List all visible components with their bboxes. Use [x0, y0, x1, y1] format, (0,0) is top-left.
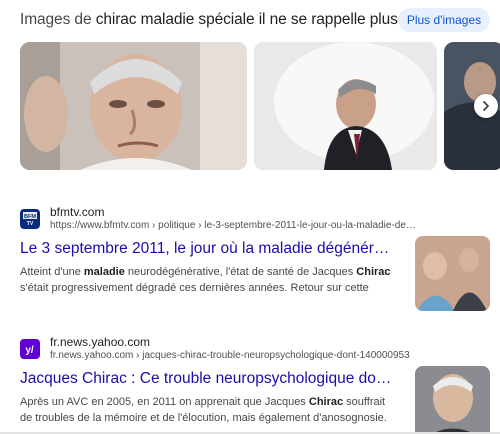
snippet-highlight: Chirac — [356, 266, 391, 278]
snippet-text: neurodégénérative, l'état de santé de Ja… — [124, 266, 357, 278]
result-thumbnail-image[interactable] — [415, 236, 490, 311]
images-heading: Images de chirac maladie spéciale il ne … — [20, 11, 398, 29]
result-site-name: fr.news.yahoo.com — [50, 335, 151, 350]
snippet-text: s'était progressivement dégradé ces dern… — [20, 282, 369, 294]
carousel-next-button[interactable] — [474, 94, 498, 118]
result-title-link[interactable]: Jacques Chirac : Ce trouble neuropsychol… — [20, 370, 395, 388]
images-heading-prefix: Images de — [20, 11, 96, 28]
snippet-highlight: Chirac — [308, 396, 344, 408]
search-result: y/ fr.news.yahoo.com fr.news.yahoo.com ›… — [20, 334, 490, 434]
more-images-button[interactable]: Plus d'images — [397, 8, 491, 32]
images-section-header: Images de chirac maladie spéciale il ne … — [20, 8, 491, 32]
result-url: https://www.bfmtv.com › politique › le-3… — [50, 220, 420, 232]
bfm-tv-logo-icon: BFM TV — [20, 209, 40, 229]
snippet-text: Après un AVC en 2005, en 2011 on apprena… — [20, 396, 309, 408]
search-result: BFM TV bfmtv.com https://www.bfmtv.com › … — [20, 204, 490, 311]
snippet-highlight: maladie — [83, 266, 125, 278]
result-title-link[interactable]: Le 3 septembre 2011, le jour où la malad… — [20, 240, 395, 258]
result-url: fr.news.yahoo.com › jacques-chirac-troub… — [50, 350, 410, 362]
snippet-text: Atteint d'une — [20, 266, 84, 278]
result-site-name: bfmtv.com — [50, 205, 105, 220]
result-snippet: Après un AVC en 2005, en 2011 on apprena… — [20, 394, 395, 426]
chevron-right-icon — [483, 101, 489, 111]
yahoo-logo-icon: y/ — [20, 339, 40, 359]
image-chirac-closeup[interactable] — [20, 42, 247, 170]
svg-text:TV: TV — [27, 221, 34, 227]
svg-text:BFM: BFM — [24, 214, 36, 220]
images-heading-query: chirac maladie spéciale il ne se rappell… — [95, 11, 398, 28]
image-chirac-profile[interactable] — [254, 42, 437, 170]
result-snippet: Atteint d'une maladie neurodégénérative,… — [20, 264, 395, 296]
svg-text:y/: y/ — [25, 345, 34, 356]
images-carousel — [20, 42, 500, 170]
result-source[interactable]: y/ fr.news.yahoo.com fr.news.yahoo.com ›… — [20, 334, 490, 364]
result-source[interactable]: BFM TV bfmtv.com https://www.bfmtv.com › … — [20, 204, 490, 234]
result-thumbnail-image[interactable] — [415, 366, 490, 434]
